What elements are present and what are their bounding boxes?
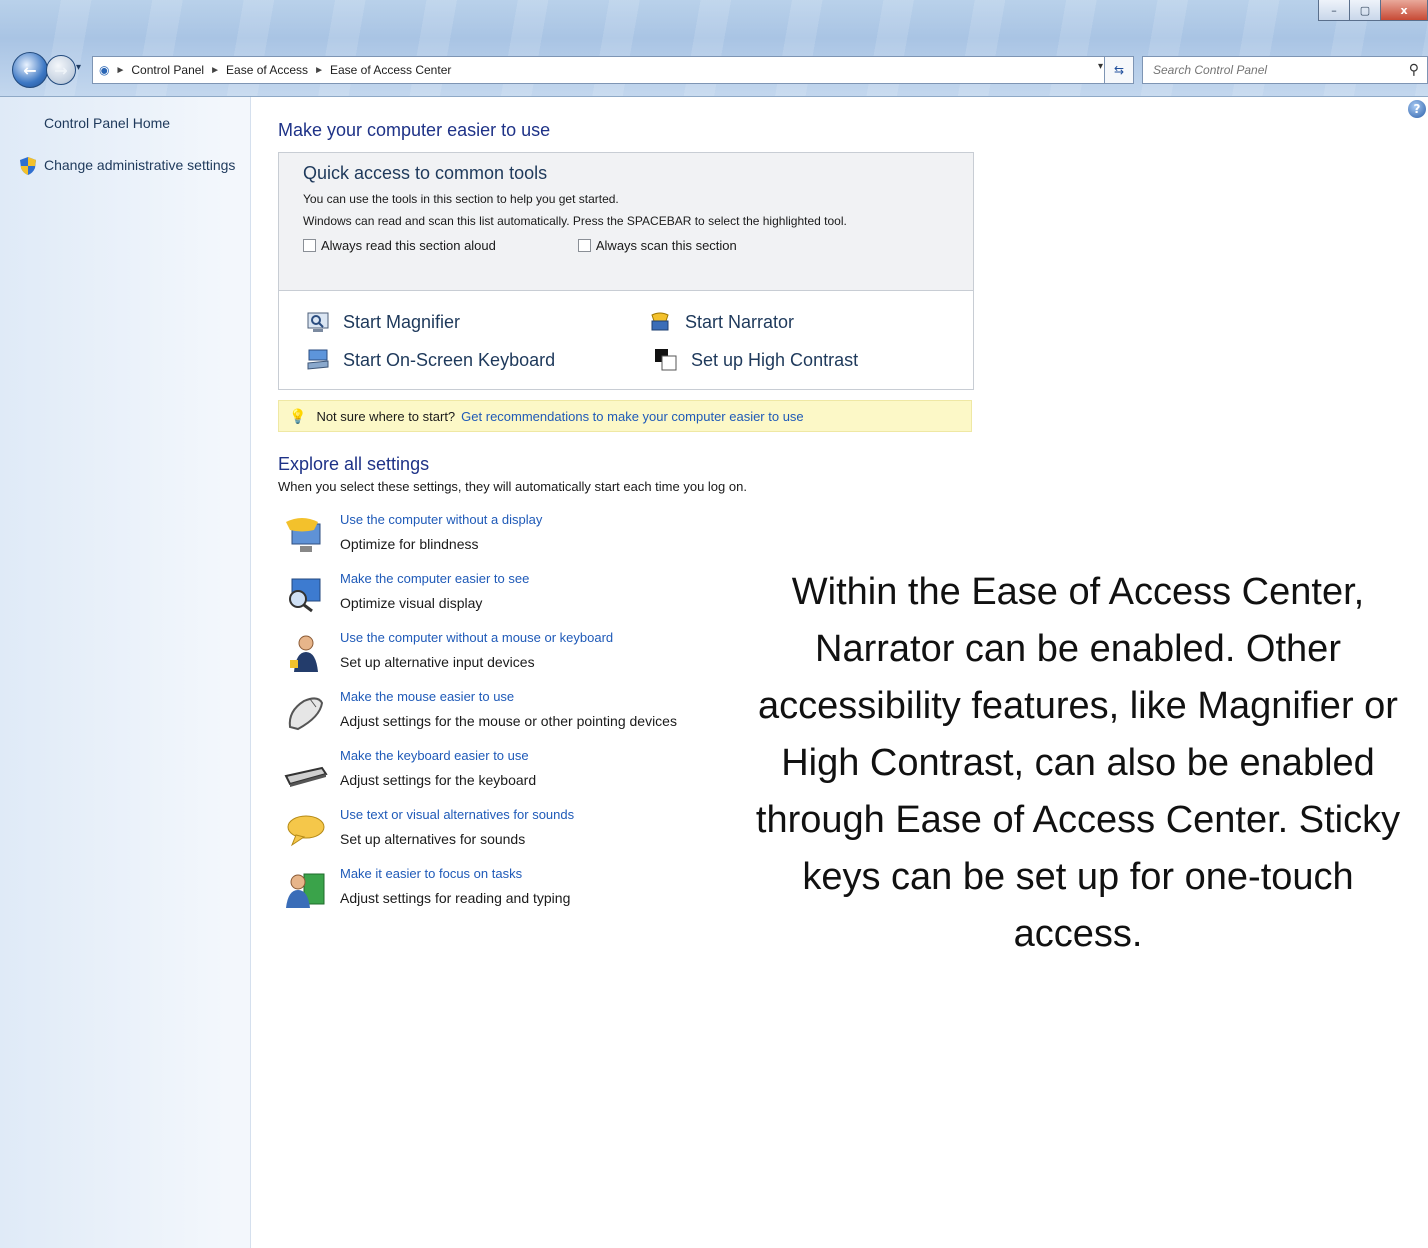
window-controls: – ▢ x <box>1318 0 1428 21</box>
address-bar[interactable]: ◉ ► Control Panel ► Ease of Access ► Eas… <box>92 56 1106 84</box>
back-button[interactable]: ← <box>12 52 48 88</box>
keyboard-easier-description: Adjust settings for the keyboard <box>340 772 537 788</box>
caption-note: Within the Ease of Access Center, Narrat… <box>755 571 1401 955</box>
lightbulb-icon: 💡 <box>289 407 307 424</box>
explore-all-settings: Explore all settings When you select the… <box>278 454 978 908</box>
mouse-icon <box>288 697 324 731</box>
easier-to-see-link[interactable]: Make the computer easier to see <box>340 571 529 586</box>
start-magnifier-label: Start Magnifier <box>343 311 461 332</box>
magnify-monitor-icon <box>289 578 321 613</box>
breadcrumb-control-panel[interactable]: Control Panel <box>125 63 210 77</box>
sound-alternatives-description: Set up alternatives for sounds <box>340 831 526 847</box>
recommendation-banner: 💡 Not sure where to start? Get recommend… <box>278 400 972 432</box>
search-box[interactable]: ⚲ <box>1142 56 1428 84</box>
on-screen-keyboard-icon <box>307 349 329 370</box>
scan-section-label: Always scan this section <box>595 238 737 253</box>
breadcrumb-separator-icon[interactable]: ► <box>115 65 125 76</box>
quick-access-line-1: You can use the tools in this section to… <box>303 192 619 206</box>
search-input[interactable] <box>1151 62 1375 78</box>
read-aloud-checkbox[interactable]: Always read this section aloud <box>303 238 496 253</box>
sound-alternatives-link[interactable]: Use text or visual alternatives for soun… <box>340 807 574 822</box>
uac-shield-icon <box>20 157 36 175</box>
read-aloud-label: Always read this section aloud <box>321 238 496 253</box>
forward-button[interactable]: → <box>46 55 76 85</box>
breadcrumb-ease-of-access[interactable]: Ease of Access <box>220 63 314 77</box>
breadcrumb-ease-of-access-center[interactable]: Ease of Access Center <box>324 63 457 77</box>
user-input-icon <box>290 635 318 672</box>
quick-access-header: Quick access to common tools You can use… <box>279 153 973 291</box>
back-arrow-icon: ← <box>23 60 37 80</box>
address-dropdown-icon[interactable]: ▾ <box>1098 61 1103 72</box>
without-display-link[interactable]: Use the computer without a display <box>340 512 542 527</box>
focus-tasks-icon <box>286 873 325 908</box>
keyboard-icon <box>284 766 328 787</box>
start-narrator-link[interactable]: Start Narrator <box>649 311 794 333</box>
checkbox-box[interactable] <box>577 239 591 252</box>
quick-tools: Start Magnifier Start Narrator Start On-… <box>279 291 973 387</box>
quick-access-heading: Quick access to common tools <box>303 163 548 183</box>
navigation-row: ← → ▾ ◉ ► Control Panel ► Ease of Access… <box>0 52 1428 88</box>
control-panel-icon: ◉ <box>99 63 110 77</box>
explore-subtitle: When you select these settings, they wil… <box>278 479 747 494</box>
checkbox-box[interactable] <box>303 239 316 252</box>
close-button[interactable]: x <box>1380 0 1428 21</box>
explore-heading: Explore all settings <box>278 454 430 474</box>
start-magnifier-link[interactable]: Start Magnifier <box>307 311 460 333</box>
set-up-high-contrast-label: Set up High Contrast <box>691 349 859 370</box>
refresh-button[interactable]: ⇆ <box>1104 56 1134 84</box>
sidebar-change-admin-settings[interactable]: Change administrative settings <box>44 157 235 173</box>
breadcrumb-separator-icon[interactable]: ► <box>210 65 220 76</box>
keyboard-easier-link[interactable]: Make the keyboard easier to use <box>340 748 529 763</box>
easier-to-see-description: Optimize visual display <box>340 595 483 611</box>
window-titlebar: – ▢ x ← → ▾ ◉ ► Control Panel ► Ease of … <box>0 0 1428 97</box>
mouse-easier-link[interactable]: Make the mouse easier to use <box>340 689 514 704</box>
recent-pages-dropdown-icon[interactable]: ▾ <box>76 62 81 73</box>
without-display-description: Optimize for blindness <box>340 536 479 552</box>
setting-item-without-display: Use the computer without a display Optim… <box>284 512 984 562</box>
scan-section-checkbox[interactable]: Always scan this section <box>577 238 737 253</box>
without-mouse-keyboard-link[interactable]: Use the computer without a mouse or keyb… <box>340 630 613 645</box>
narrator-icon <box>651 312 669 331</box>
quick-access-panel: Quick access to common tools You can use… <box>278 152 974 390</box>
magnifier-icon <box>307 312 329 332</box>
set-up-high-contrast-link[interactable]: Set up High Contrast <box>655 349 858 371</box>
focus-tasks-link[interactable]: Make it easier to focus on tasks <box>340 866 522 881</box>
start-narrator-label: Start Narrator <box>685 311 795 332</box>
quick-access-options: Always read this section aloud Always sc… <box>303 238 949 253</box>
speech-bubble-icon <box>287 815 325 847</box>
help-icon[interactable]: ? <box>1408 100 1426 118</box>
page-title: Make your computer easier to use <box>278 120 551 140</box>
get-recommendations-link[interactable]: Get recommendations to make your compute… <box>461 409 804 424</box>
start-on-screen-keyboard-label: Start On-Screen Keyboard <box>343 349 556 370</box>
sidebar: Control Panel Home Change administrative… <box>0 97 251 1248</box>
without-mouse-keyboard-description: Set up alternative input devices <box>340 654 535 670</box>
breadcrumb-separator-icon[interactable]: ► <box>314 65 324 76</box>
mouse-easier-description: Adjust settings for the mouse or other p… <box>340 713 677 729</box>
not-sure-text: Not sure where to start? <box>316 408 456 424</box>
quick-access-line-2: Windows can read and scan this list auto… <box>303 214 847 228</box>
high-contrast-icon <box>655 349 677 371</box>
refresh-icon: ⇆ <box>1113 63 1125 77</box>
search-icon[interactable]: ⚲ <box>1409 62 1419 78</box>
display-speech-icon <box>286 518 321 552</box>
sidebar-control-panel-home[interactable]: Control Panel Home <box>44 115 170 131</box>
focus-tasks-description: Adjust settings for reading and typing <box>340 890 571 906</box>
start-on-screen-keyboard-link[interactable]: Start On-Screen Keyboard <box>307 349 555 371</box>
main-content: Make your computer easier to use Quick a… <box>278 120 974 908</box>
maximize-button[interactable]: ▢ <box>1349 0 1381 21</box>
minimize-button[interactable]: – <box>1318 0 1350 21</box>
forward-arrow-icon: → <box>54 60 68 80</box>
